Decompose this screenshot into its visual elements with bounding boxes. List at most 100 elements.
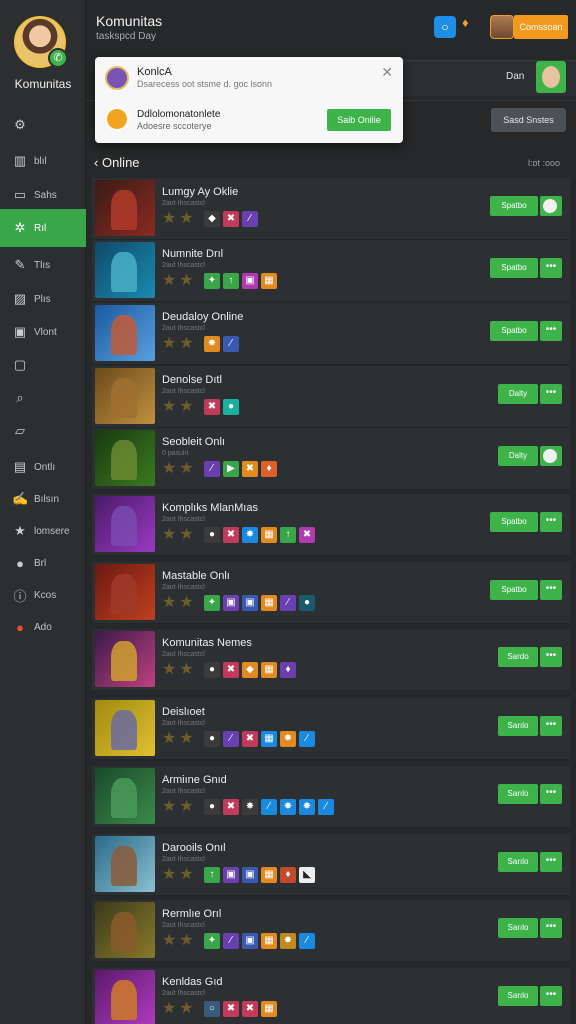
notification-button[interactable]: ○ [434, 16, 456, 38]
sidebar-item-14[interactable]: ⓘ Kcos [0, 578, 86, 612]
flame-icon[interactable]: ♦ [462, 15, 478, 35]
game-name: Komunitas Nemes [162, 637, 252, 649]
sidebar-item-5[interactable]: ▨ Plıs [0, 282, 86, 316]
list-item[interactable]: Rermlıe Orıl 2aut Ihscastcl ★ ★ ✦ ⁄ ▣ ▦ ✸ ⁄ Sarılo… [92, 900, 570, 962]
badge-group: ⁄ ▶ ✖ ♦ [204, 461, 277, 477]
chart-icon: ▥ [13, 153, 27, 168]
sidebar: ✆ Komunitas ⚙ ▥ blıl ▭ Sahs ✲ Rıl ✎ Tlıs ▨ Plıs ▣ Vl… [0, 0, 86, 1024]
game-action-button[interactable]: Spatbo [490, 512, 538, 532]
star-icon: ★ [179, 932, 194, 949]
more-options-button[interactable]: ••• [540, 512, 562, 532]
list-item[interactable]: Armiıne Gnıd 2aut Ihscastcl ★ ★ ● ✖ ✸ ⁄ ✸ ✸ ⁄ Sarıl… [92, 766, 570, 828]
toggle-switch[interactable] [540, 196, 562, 216]
sidebar-item-10[interactable]: ▤ Ontlı [0, 450, 86, 484]
sidebar-item-label: Rıl [34, 222, 47, 234]
game-name: Deislıoet [162, 706, 205, 718]
list-item[interactable]: Deislıoet 2aut Ihscastcl ★ ★ ● ⁄ ✖ ▦ ✸ ⁄ Sarılo ••• [92, 698, 570, 760]
character-figure [111, 440, 137, 480]
badge-icon: ⁄ [261, 799, 277, 815]
list-item[interactable]: Komunitas Nemes 2aut Ihscastcl ★ ★ ● ✖ ◆ ▦ ♦ Sard… [92, 629, 570, 691]
sidebar-item-8[interactable]: ⌕ [0, 381, 86, 415]
list-item[interactable]: Kenldas Gıd 2aut Ihscastcl ★ ★ ○ ✖ ✖ ▦ Sarılo ••• [92, 968, 570, 1024]
game-subtitle: 0 pasulıt [162, 450, 189, 457]
game-action-button[interactable]: Sarılo [498, 784, 538, 804]
list-item[interactable]: Seobleit Onlı 0 pasulıt ★ ★ ⁄ ▶ ✖ ♦ Dalty [92, 428, 570, 490]
sidebar-item-label: Ontlı [34, 461, 56, 473]
more-options-button[interactable]: ••• [540, 986, 562, 1006]
popup-action-button[interactable]: Saib Onilie [327, 109, 391, 131]
more-options-button[interactable]: ••• [540, 852, 562, 872]
sidebar-item-9[interactable]: ▱ [0, 414, 86, 448]
rating: ★ ★ [162, 866, 194, 884]
game-action-button[interactable]: Sardo [498, 647, 538, 667]
rating: ★ ★ [162, 335, 194, 353]
game-action-button[interactable]: Sarılo [498, 986, 538, 1006]
game-action-button[interactable]: Dalty [498, 446, 538, 466]
header-action-button[interactable]: Comssoan [514, 15, 568, 39]
game-action-button[interactable]: Sarılo [498, 716, 538, 736]
sidebar-item-3[interactable]: ✲ Rıl [0, 209, 86, 247]
badge-icon: ↑ [204, 867, 220, 883]
badge-icon: ● [204, 731, 220, 747]
badge-icon: ● [204, 662, 220, 678]
user-avatar[interactable] [536, 61, 566, 93]
header-avatar[interactable] [490, 15, 514, 39]
character-figure [111, 252, 137, 292]
game-name: Numnite Drıl [162, 248, 224, 260]
game-action-button[interactable]: Spatbo [490, 196, 538, 216]
game-action-button[interactable]: Sarılo [498, 852, 538, 872]
character-figure [111, 641, 137, 681]
list-item[interactable]: Komplıks MlanMıas 2aut Ihscastcl ★ ★ ● ✖ ✸ ▦ ↑ ✖ S… [92, 494, 570, 556]
game-action-button[interactable]: Spatbo [490, 580, 538, 600]
section-title[interactable]: ‹ Online [94, 155, 140, 170]
star-icon: ★ [179, 866, 194, 883]
sidebar-item-12[interactable]: ★ lomsere [0, 514, 86, 548]
folder-icon: ▤ [13, 459, 27, 474]
list-item[interactable]: Mastable Onlı 2aut Ihscastcl ★ ★ ✦ ▣ ▣ ▦ ⁄ ● Spatb… [92, 562, 570, 624]
more-options-button[interactable]: ••• [540, 784, 562, 804]
badge-icon: ▣ [223, 595, 239, 611]
more-options-button[interactable]: ••• [540, 580, 562, 600]
game-action-button[interactable]: Spatbo [490, 258, 538, 278]
sidebar-item-13[interactable]: ● Brl [0, 546, 86, 580]
game-thumbnail [95, 564, 155, 620]
game-name: Seobleit Onlı [162, 436, 225, 448]
badge-icon: ✖ [299, 527, 315, 543]
sidebar-item-label: Brl [34, 557, 47, 569]
sidebar-item-0[interactable]: ⚙ [0, 108, 86, 142]
toggle-switch[interactable] [540, 446, 562, 466]
more-options-button[interactable]: ••• [540, 918, 562, 938]
badge-icon: ✖ [223, 799, 239, 815]
badge-icon: ● [223, 399, 239, 415]
sidebar-item-4[interactable]: ✎ Tlıs [0, 248, 86, 282]
more-options-button[interactable]: ••• [540, 384, 562, 404]
badge-group: ✦ ⁄ ▣ ▦ ✸ ⁄ [204, 933, 315, 949]
more-options-button[interactable]: ••• [540, 716, 562, 736]
sidebar-item-11[interactable]: ✍ Bılsın [0, 482, 86, 516]
list-item[interactable]: Lumgy Ay Oklie 2aut Ihscastcl ★ ★ ◆ ✖ ⁄ Spatbo [92, 178, 570, 240]
list-item[interactable]: Numnite Drıl 2aut Ihscastcl ★ ★ ✦ ↑ ▣ ▦ Spatbo ••… [92, 240, 570, 302]
game-action-button[interactable]: Spatbo [490, 321, 538, 341]
sidebar-item-15[interactable]: ● Ado [0, 610, 86, 644]
sidebar-item-7[interactable]: ▢ [0, 348, 86, 382]
more-options-button[interactable]: ••• [540, 321, 562, 341]
sidebar-item-2[interactable]: ▭ Sahs [0, 178, 86, 212]
badge-group: ● ✖ ✸ ⁄ ✸ ✸ ⁄ [204, 799, 334, 815]
list-item[interactable]: Deudaloy Online 2aut Ihscastcl ★ ★ ✸ ⁄ Spatbo •… [92, 303, 570, 365]
list-item[interactable]: Denolse Dıtl 2aut Ihscastcl ★ ★ ✖ ● Dalty ••• [92, 366, 570, 428]
character-figure [111, 980, 137, 1020]
sidebar-item-1[interactable]: ▥ blıl [0, 144, 86, 178]
badge-icon: ▣ [242, 595, 258, 611]
rating: ★ ★ [162, 594, 194, 612]
more-options-button[interactable]: ••• [540, 258, 562, 278]
game-subtitle: 2aut Ihscastcl [162, 990, 205, 997]
game-action-button[interactable]: Sarılo [498, 918, 538, 938]
sidebar-item-6[interactable]: ▣ Vlont [0, 315, 86, 349]
more-options-button[interactable]: ••• [540, 647, 562, 667]
game-action-button[interactable]: Dalty [498, 384, 538, 404]
send-button[interactable]: Sasd Snstes [491, 108, 566, 132]
character-figure [111, 846, 137, 886]
list-item[interactable]: Darooils Onıl 2aut Ihscastcl ★ ★ ↑ ▣ ▣ ▦ ♦ ◣ Sarıl… [92, 834, 570, 896]
close-icon[interactable]: ✕ [381, 64, 393, 81]
badge-icon: ⁄ [242, 211, 258, 227]
